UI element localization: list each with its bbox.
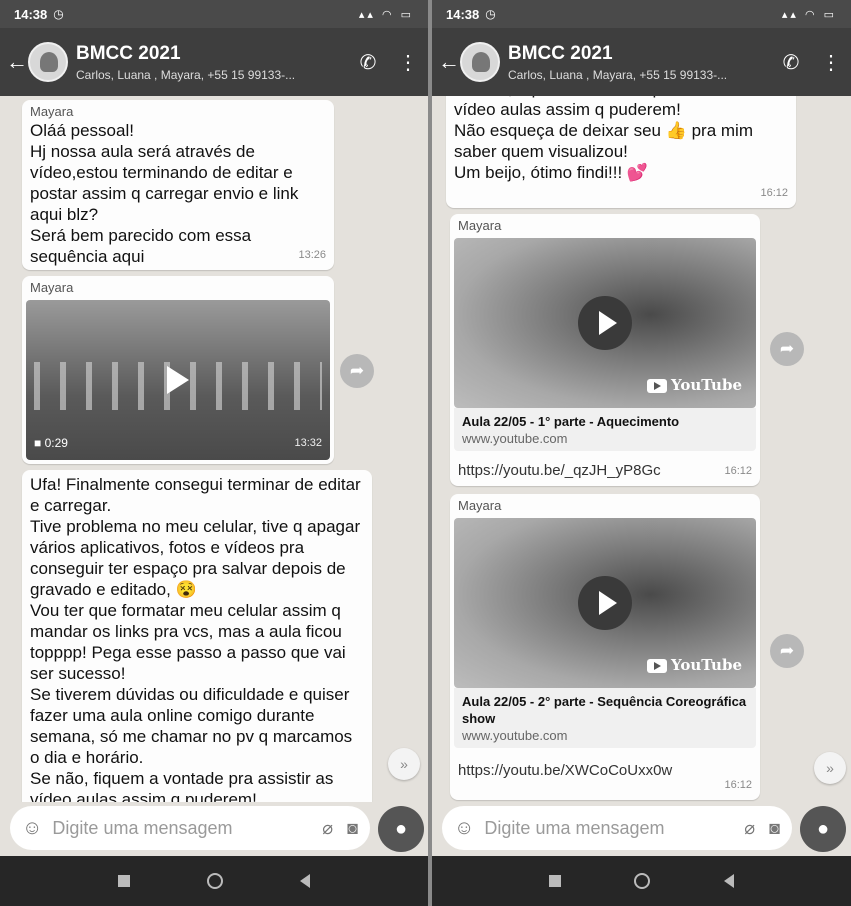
link-title: Aula 22/05 - 2° parte - Sequência Coreog… bbox=[462, 694, 747, 726]
chat-header: ← BMCC 2021 Carlos, Luana , Mayara, +55 … bbox=[432, 28, 851, 96]
group-avatar[interactable] bbox=[460, 42, 500, 82]
overflow-menu-icon[interactable]: ⋮ bbox=[388, 50, 428, 75]
message-bubble[interactable]: Mayara Oláá pessoal! Hj nossa aula será … bbox=[22, 100, 334, 270]
android-nav-bar bbox=[0, 856, 428, 906]
video-message-bubble[interactable]: Mayara ■ 0:29 13:32 bbox=[22, 276, 334, 464]
alarm-icon: ◷ bbox=[485, 7, 496, 21]
attach-icon[interactable]: ⌀ bbox=[744, 818, 755, 839]
recents-icon[interactable] bbox=[118, 875, 131, 887]
message-time: 16:12 bbox=[724, 465, 752, 477]
youtube-thumbnail[interactable]: YouTube bbox=[454, 518, 756, 688]
participants-subtitle: Carlos, Luana , Mayara, +55 15 99133-... bbox=[508, 67, 728, 82]
scroll-to-bottom-icon[interactable]: » bbox=[388, 748, 420, 780]
message-list[interactable]: Se não, fiquem a vontade pra assistir as… bbox=[432, 96, 851, 802]
mic-icon: ● bbox=[394, 818, 408, 840]
participants-subtitle: Carlos, Luana , Mayara, +55 15 99133-... bbox=[76, 67, 296, 82]
link-url[interactable]: https://youtu.be/_qzJH_yP8Gc bbox=[458, 460, 661, 481]
link-title: Aula 22/05 - 1° parte - Aquecimento bbox=[462, 414, 680, 429]
link-domain: www.youtube.com bbox=[462, 728, 568, 743]
add-call-icon[interactable]: ✆ bbox=[348, 50, 388, 75]
scroll-to-bottom-icon[interactable]: » bbox=[814, 752, 846, 784]
link-message-bubble[interactable]: Mayara YouTube Aula 22/05 - 2° parte - S… bbox=[450, 494, 760, 800]
link-preview[interactable]: Aula 22/05 - 2° parte - Sequência Coreog… bbox=[454, 688, 756, 748]
youtube-thumbnail[interactable]: YouTube bbox=[454, 238, 756, 408]
clock: 14:38 bbox=[446, 6, 480, 22]
message-text: Oláá pessoal! Hj nossa aula será através… bbox=[30, 121, 299, 266]
message-list[interactable]: Mayara Oláá pessoal! Hj nossa aula será … bbox=[0, 96, 428, 802]
youtube-icon bbox=[646, 658, 667, 673]
message-text: Se não, fiquem a vontade pra assistir as… bbox=[454, 96, 757, 182]
message-time: 13:32 bbox=[294, 437, 322, 449]
home-icon[interactable] bbox=[634, 873, 651, 889]
emoji-icon[interactable]: ☺ bbox=[454, 817, 474, 840]
chat-screen-right: 14:38 ◷ ▴▴ ◠ ▭ ← BMCC 2021 Carlos, Luana… bbox=[432, 0, 851, 906]
forward-icon[interactable]: ➦ bbox=[770, 634, 804, 668]
link-url[interactable]: https://youtu.be/XWCoCoUxx0w bbox=[458, 760, 672, 781]
system-status-icons: ▴▴ ◠ ▭ bbox=[358, 8, 414, 21]
status-bar: 14:38 ◷ ▴▴ ◠ ▭ bbox=[0, 0, 428, 28]
forward-icon[interactable]: ➦ bbox=[340, 354, 374, 388]
youtube-logo: YouTube bbox=[646, 375, 742, 396]
message-input[interactable]: Digite uma mensagem bbox=[484, 818, 730, 839]
forward-icon[interactable]: ➦ bbox=[770, 332, 804, 366]
recents-icon[interactable] bbox=[548, 875, 561, 887]
chat-title-block[interactable]: BMCC 2021 Carlos, Luana , Mayara, +55 15… bbox=[76, 43, 348, 82]
back-arrow-icon[interactable]: ← bbox=[6, 49, 28, 75]
chat-screen-left: 14:38 ◷ ▴▴ ◠ ▭ ← BMCC 2021 Carlos, Luana… bbox=[0, 0, 428, 906]
message-input[interactable]: Digite uma mensagem bbox=[52, 818, 308, 839]
camera-icon[interactable]: ◙ bbox=[769, 818, 780, 839]
play-icon[interactable] bbox=[578, 576, 632, 630]
attach-icon[interactable]: ⌀ bbox=[322, 818, 333, 839]
youtube-logo: YouTube bbox=[646, 655, 742, 676]
sender-name: Mayara bbox=[458, 218, 502, 233]
mic-button[interactable]: ● bbox=[800, 806, 846, 852]
clock: 14:38 bbox=[14, 6, 48, 22]
message-time: 13:26 bbox=[298, 249, 326, 261]
android-nav-bar bbox=[432, 856, 851, 906]
nav-back-icon[interactable] bbox=[724, 874, 735, 888]
alarm-icon: ◷ bbox=[53, 7, 64, 21]
video-duration: ■ 0:29 bbox=[34, 436, 68, 450]
emoji-icon[interactable]: ☺ bbox=[22, 817, 42, 840]
sender-name: Mayara bbox=[30, 280, 74, 295]
sender-name: Mayara bbox=[458, 498, 502, 513]
link-preview[interactable]: Aula 22/05 - 1° parte - Aquecimento www.… bbox=[454, 408, 756, 451]
status-bar: 14:38 ◷ ▴▴ ◠ ▭ bbox=[432, 0, 851, 28]
camera-icon[interactable]: ◙ bbox=[347, 818, 358, 839]
message-bubble[interactable]: Se não, fiquem a vontade pra assistir as… bbox=[446, 96, 796, 208]
nav-back-icon[interactable] bbox=[299, 874, 310, 888]
video-thumbnail[interactable]: ■ 0:29 13:32 bbox=[26, 300, 330, 460]
message-time: 16:12 bbox=[724, 779, 752, 791]
group-avatar[interactable] bbox=[28, 42, 68, 82]
chat-header: ← BMCC 2021 Carlos, Luana , Mayara, +55 … bbox=[0, 28, 428, 96]
overflow-menu-icon[interactable]: ⋮ bbox=[811, 50, 851, 75]
message-text: Ufa! Finalmente consegui terminar de edi… bbox=[30, 475, 361, 802]
mic-icon: ● bbox=[816, 818, 830, 840]
message-time: 16:12 bbox=[760, 187, 788, 199]
mic-button[interactable]: ● bbox=[378, 806, 424, 852]
message-composer[interactable]: ☺ Digite uma mensagem ⌀ ◙ bbox=[442, 806, 792, 850]
link-message-bubble[interactable]: Mayara YouTube Aula 22/05 - 1° parte - A… bbox=[450, 214, 760, 486]
play-icon[interactable] bbox=[578, 296, 632, 350]
message-bubble[interactable]: Ufa! Finalmente consegui terminar de edi… bbox=[22, 470, 372, 802]
group-title: BMCC 2021 bbox=[76, 42, 181, 64]
play-icon[interactable] bbox=[167, 366, 189, 394]
add-call-icon[interactable]: ✆ bbox=[771, 50, 811, 75]
video-camera-icon: ■ bbox=[34, 436, 42, 450]
group-title: BMCC 2021 bbox=[508, 42, 613, 64]
chat-title-block[interactable]: BMCC 2021 Carlos, Luana , Mayara, +55 15… bbox=[508, 43, 771, 82]
back-arrow-icon[interactable]: ← bbox=[438, 49, 460, 75]
link-domain: www.youtube.com bbox=[462, 431, 568, 446]
system-status-icons: ▴▴ ◠ ▭ bbox=[781, 8, 837, 21]
sender-name: Mayara bbox=[30, 104, 74, 119]
message-composer[interactable]: ☺ Digite uma mensagem ⌀ ◙ bbox=[10, 806, 370, 850]
youtube-icon bbox=[646, 378, 667, 393]
home-icon[interactable] bbox=[206, 873, 223, 889]
